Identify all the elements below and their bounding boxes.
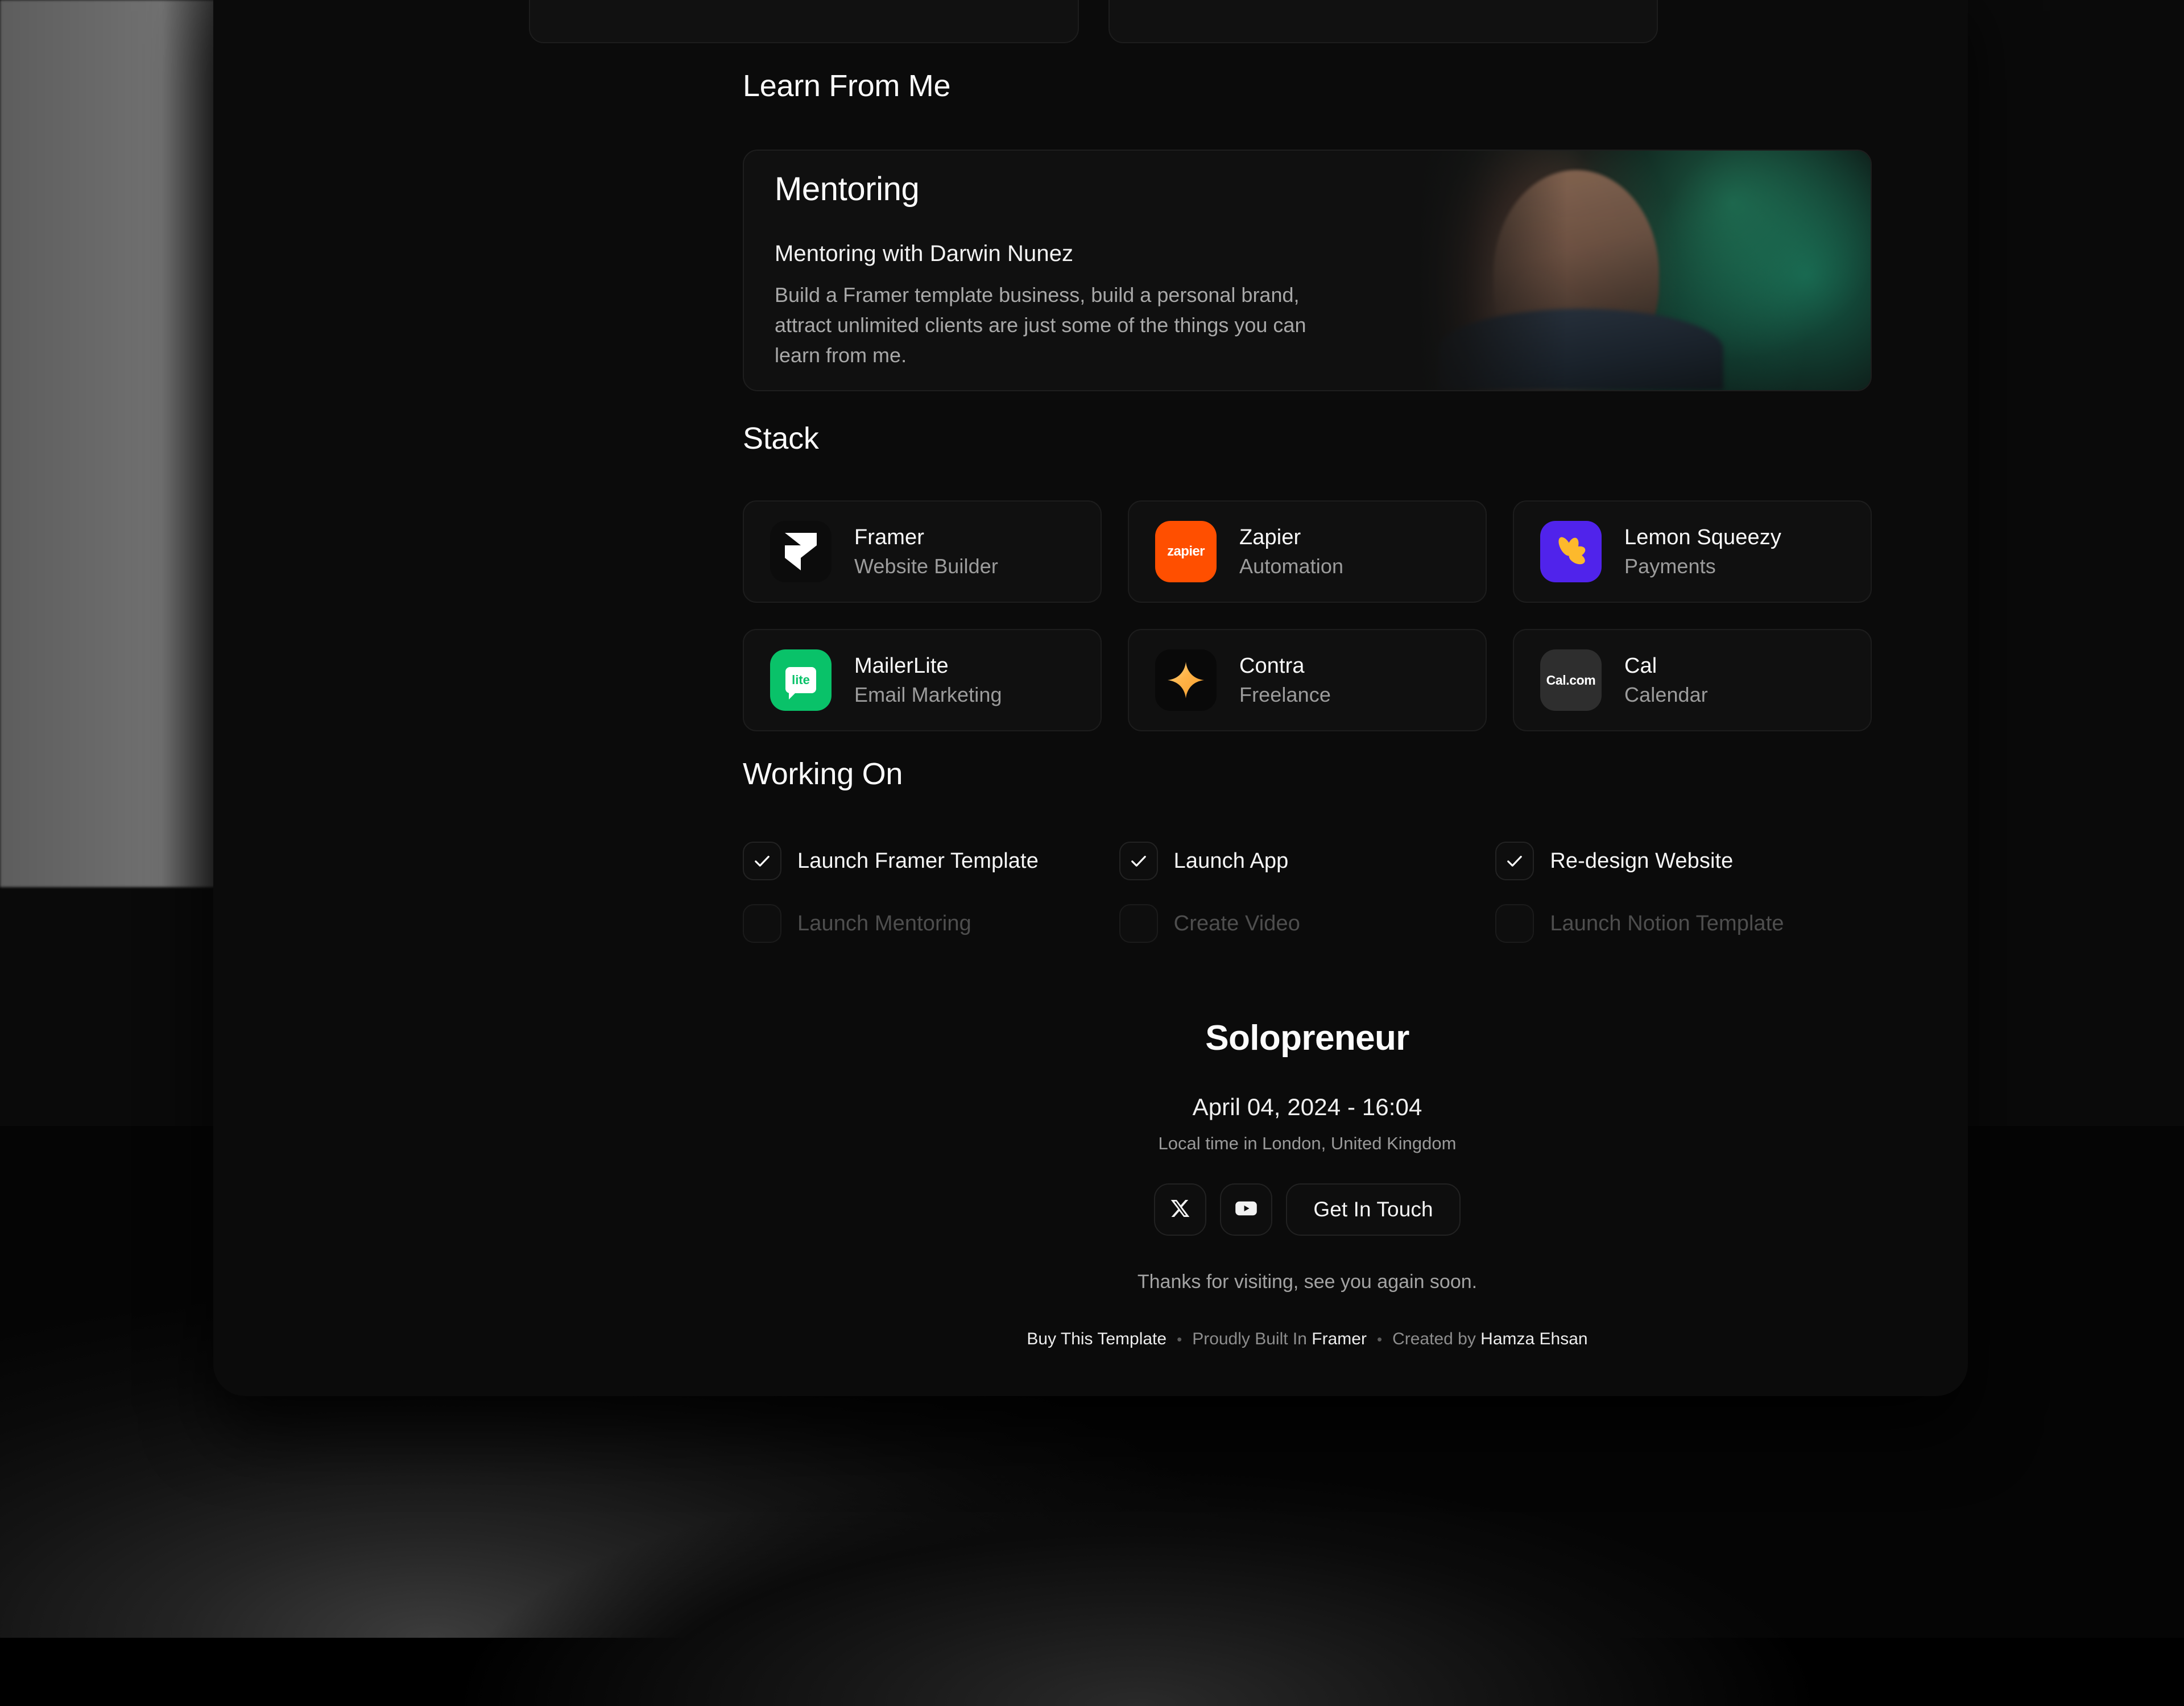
mailerlite-bubble: lite xyxy=(785,667,816,693)
section-heading-learn-from-me: Learn From Me xyxy=(743,68,950,103)
page-content-card: highly-converting landing page in Framer… xyxy=(213,0,1968,1396)
section-heading-working-on: Working On xyxy=(743,756,903,792)
buy-template-link[interactable]: Buy This Template xyxy=(1027,1330,1167,1349)
zapier-icon: zapier xyxy=(1155,521,1217,582)
stack-card-category: Calendar xyxy=(1624,683,1708,707)
page-footer: Solopreneur April 04, 2024 - 16:04 Local… xyxy=(743,1018,1872,1349)
mentoring-subtitle: Mentoring with Darwin Nunez xyxy=(775,241,1400,267)
footer-datetime: April 04, 2024 - 16:04 xyxy=(1193,1094,1422,1121)
contra-icon xyxy=(1155,649,1217,711)
mentoring-card-body: Mentoring Mentoring with Darwin Nunez Bu… xyxy=(775,151,1400,390)
todo-checkbox-unchecked[interactable] xyxy=(1119,904,1158,943)
lemon-squeezy-icon xyxy=(1540,521,1602,582)
created-by-link[interactable]: Created by Hamza Ehsan xyxy=(1392,1330,1588,1349)
mentoring-description: Build a Framer template business, build … xyxy=(775,280,1355,371)
get-in-touch-button[interactable]: Get In Touch xyxy=(1286,1183,1460,1236)
stack-card-meta: MailerLite Email Marketing xyxy=(854,654,1002,707)
todo-label: Launch Framer Template xyxy=(797,849,1039,873)
zapier-icon-text: zapier xyxy=(1167,544,1205,560)
stack-card-name: Contra xyxy=(1239,654,1331,678)
todo-label: Re-design Website xyxy=(1550,849,1733,873)
footer-thanks-text: Thanks for visiting, see you again soon. xyxy=(1138,1271,1477,1293)
footer-title: Solopreneur xyxy=(1205,1018,1409,1058)
todo-item[interactable]: Launch Mentoring xyxy=(743,904,1119,943)
todo-checkbox-unchecked[interactable] xyxy=(1495,904,1534,943)
mentoring-card[interactable]: Mentoring Mentoring with Darwin Nunez Bu… xyxy=(743,150,1872,391)
check-icon xyxy=(1128,851,1149,871)
mailerlite-icon: lite xyxy=(770,649,832,711)
stack-card-name: MailerLite xyxy=(854,654,1002,678)
backdrop-left-gradient xyxy=(0,0,239,887)
stack-card-category: Website Builder xyxy=(854,554,998,578)
todo-label: Launch Mentoring xyxy=(797,912,971,936)
created-by-prefix: Created by xyxy=(1392,1330,1480,1348)
todo-item[interactable]: Launch Framer Template xyxy=(743,842,1119,880)
youtube-button[interactable] xyxy=(1220,1183,1272,1236)
stack-card-meta: Zapier Automation xyxy=(1239,525,1343,578)
todo-checkbox-checked[interactable] xyxy=(1119,842,1158,880)
cal-icon: Cal.com xyxy=(1540,649,1602,711)
footer-local-time: Local time in London, United Kingdom xyxy=(1159,1133,1457,1154)
mentoring-title: Mentoring xyxy=(775,170,1400,208)
cal-icon-text: Cal.com xyxy=(1546,673,1596,688)
check-icon xyxy=(1504,851,1525,871)
stack-card-meta: Lemon Squeezy Payments xyxy=(1624,525,1781,578)
stack-card-lemon-squeezy[interactable]: Lemon Squeezy Payments xyxy=(1513,500,1872,603)
framer-brand: Framer xyxy=(1312,1330,1367,1348)
stack-card-name: Framer xyxy=(854,525,998,550)
stack-grid: Framer Website Builder zapier Zapier Aut… xyxy=(743,500,1872,731)
stack-card-name: Zapier xyxy=(1239,525,1343,550)
stack-card-zapier[interactable]: zapier Zapier Automation xyxy=(1128,500,1487,603)
todo-item[interactable]: Re-design Website xyxy=(1495,842,1872,880)
todo-label: Launch Notion Template xyxy=(1550,912,1784,936)
youtube-icon xyxy=(1233,1195,1259,1224)
x-twitter-icon xyxy=(1169,1197,1192,1223)
section-heading-stack: Stack xyxy=(743,421,819,456)
framer-icon xyxy=(770,521,832,582)
todo-item[interactable]: Launch Notion Template xyxy=(1495,904,1872,943)
stack-card-contra[interactable]: Contra Freelance xyxy=(1128,629,1487,731)
todo-item[interactable]: Launch App xyxy=(1119,842,1496,880)
footer-separator: • xyxy=(1177,1331,1182,1348)
stack-card-framer[interactable]: Framer Website Builder xyxy=(743,500,1102,603)
footer-links: Buy This Template • Proudly Built In Fra… xyxy=(1027,1330,1587,1349)
creator-name: Hamza Ehsan xyxy=(1480,1330,1587,1348)
todo-label: Create Video xyxy=(1174,912,1300,936)
stack-card-name: Cal xyxy=(1624,654,1708,678)
stack-card-meta: Contra Freelance xyxy=(1239,654,1331,707)
todo-item[interactable]: Create Video xyxy=(1119,904,1496,943)
todo-checkbox-checked[interactable] xyxy=(1495,842,1534,880)
working-on-grid: Launch Framer Template Launch App Re-des… xyxy=(743,842,1872,943)
footer-actions: Get In Touch xyxy=(1154,1183,1460,1236)
stack-card-name: Lemon Squeezy xyxy=(1624,525,1781,550)
mentoring-image-fade xyxy=(1411,151,1871,390)
stack-card-meta: Framer Website Builder xyxy=(854,525,998,578)
footer-separator: • xyxy=(1377,1331,1382,1348)
stack-card-mailerlite[interactable]: lite MailerLite Email Marketing xyxy=(743,629,1102,731)
stack-card-cal[interactable]: Cal.com Cal Calendar xyxy=(1513,629,1872,731)
faq-card[interactable]: highly-converting landing page in Framer… xyxy=(529,0,1079,43)
stack-card-category: Freelance xyxy=(1239,683,1331,707)
stack-card-category: Automation xyxy=(1239,554,1343,578)
stack-card-category: Email Marketing xyxy=(854,683,1002,707)
stack-card-meta: Cal Calendar xyxy=(1624,654,1708,707)
built-in-prefix: Proudly Built In xyxy=(1192,1330,1312,1348)
x-twitter-button[interactable] xyxy=(1154,1183,1206,1236)
todo-label: Launch App xyxy=(1174,849,1289,873)
todo-checkbox-unchecked[interactable] xyxy=(743,904,781,943)
mailerlite-icon-text: lite xyxy=(792,673,810,688)
stack-card-category: Payments xyxy=(1624,554,1781,578)
built-in-framer-link[interactable]: Proudly Built In Framer xyxy=(1192,1330,1367,1349)
faq-card-row: highly-converting landing page in Framer… xyxy=(529,0,1658,63)
check-icon xyxy=(752,851,772,871)
todo-checkbox-checked[interactable] xyxy=(743,842,781,880)
faq-card[interactable]: stunning multi-page website in Framer? xyxy=(1108,0,1658,43)
